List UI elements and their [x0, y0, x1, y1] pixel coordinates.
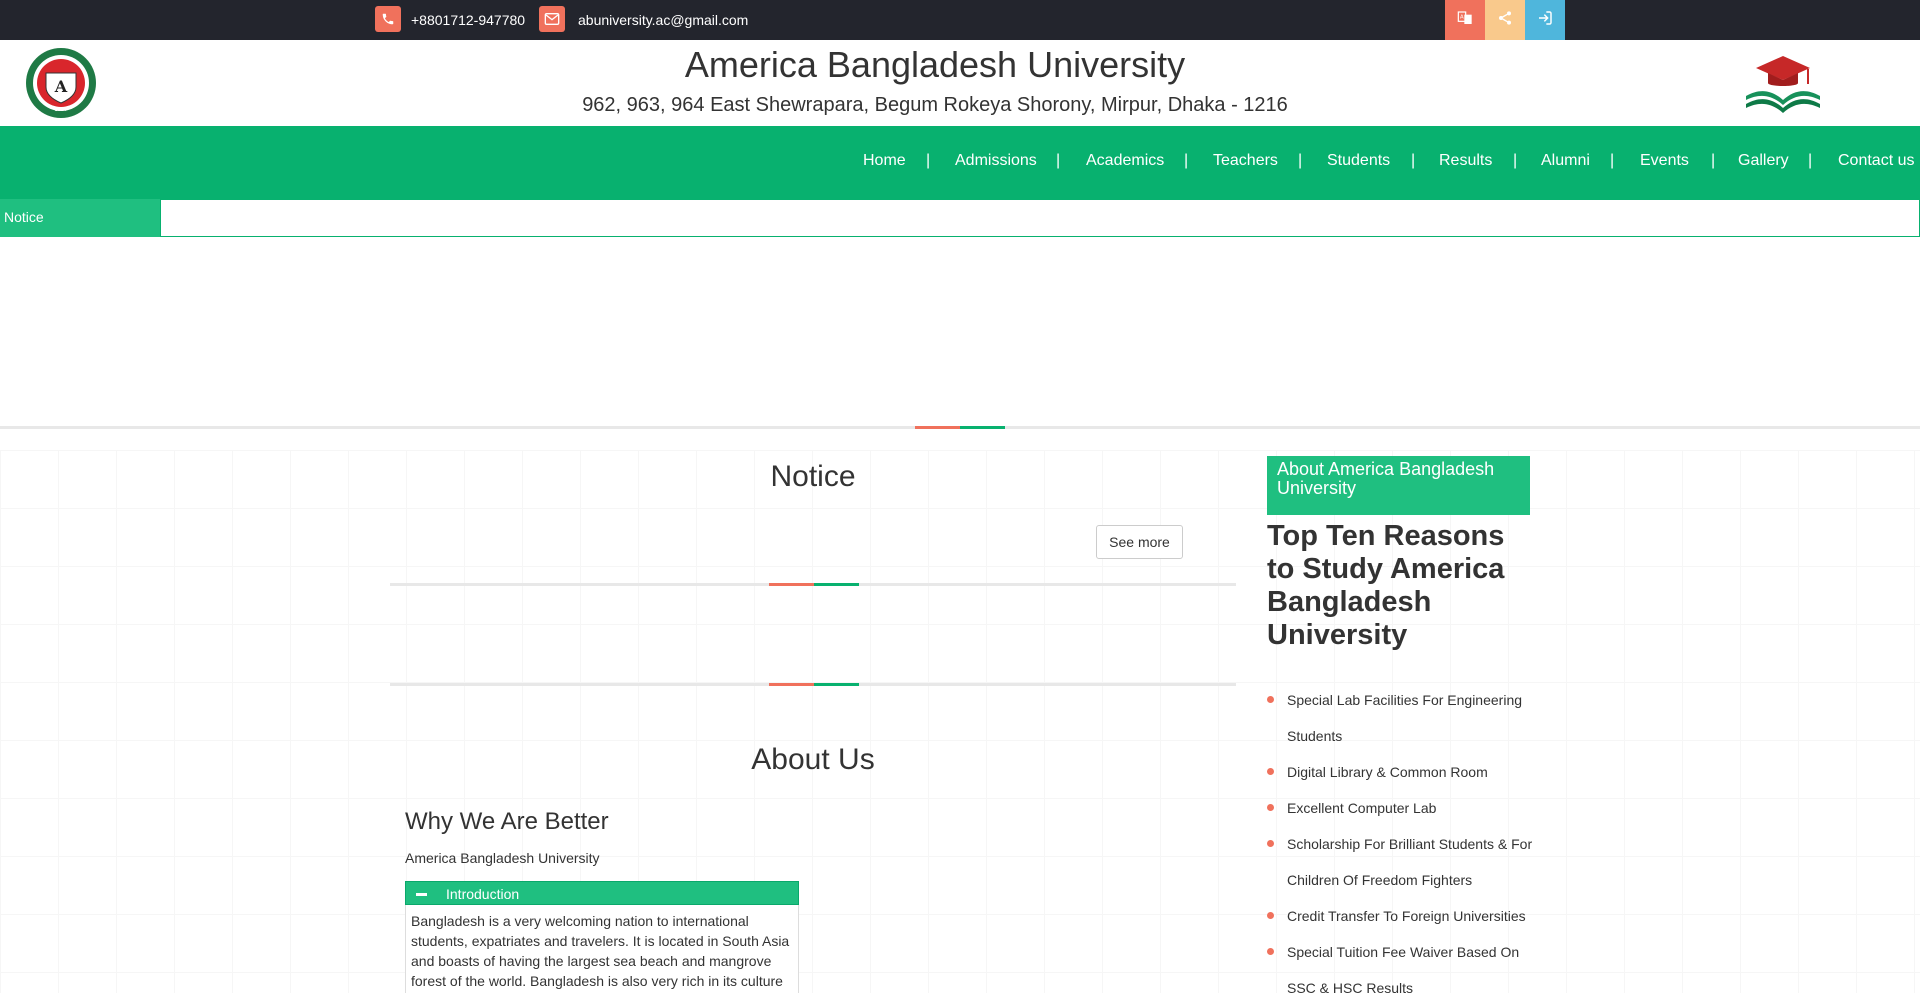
nav-separator: |	[1411, 152, 1416, 169]
nav-separator: |	[1056, 152, 1061, 169]
about-heading: About Us	[751, 743, 875, 776]
notice-ticker[interactable]	[160, 199, 1920, 237]
see-more-button[interactable]: See more	[1096, 525, 1183, 559]
accordion-introduction-body: Bangladesh is a very welcoming nation to…	[405, 905, 799, 993]
nav-separator: |	[926, 152, 931, 169]
accordion-introduction-header[interactable]: Introduction	[405, 881, 799, 905]
main-navigation: Home | Admissions | Academics | Teachers…	[0, 126, 1920, 199]
site-header: A 1997 America Bangladesh University 962…	[0, 40, 1920, 126]
divider-accent-green	[814, 683, 859, 686]
divider-accent-red	[915, 426, 960, 429]
divider-accent-green	[814, 583, 859, 586]
email-address[interactable]: abuniversity.ac@gmail.com	[578, 12, 748, 28]
envelope-icon	[539, 6, 565, 32]
university-title: America Bangladesh University	[684, 44, 1186, 85]
share-button[interactable]	[1485, 0, 1525, 40]
nav-events[interactable]: Events	[1640, 152, 1689, 170]
translate-icon: A	[1457, 10, 1473, 31]
share-icon	[1497, 10, 1513, 31]
list-item: Digital Library & Common Room	[1267, 754, 1537, 790]
notice-heading: Notice	[770, 460, 856, 493]
divider-accent-red	[769, 683, 814, 686]
nav-separator: |	[1513, 152, 1518, 169]
phone-icon	[375, 6, 401, 32]
list-item: Special Lab Facilities For Engineering S…	[1267, 682, 1537, 754]
graduation-cap-logo[interactable]	[1740, 52, 1826, 114]
divider-accent-green	[960, 426, 1005, 429]
nav-separator: |	[1184, 152, 1189, 169]
about-subtitle: America Bangladesh University	[405, 850, 600, 866]
nav-academics[interactable]: Academics	[1086, 152, 1164, 170]
nav-admissions[interactable]: Admissions	[955, 152, 1037, 170]
nav-gallery[interactable]: Gallery	[1738, 152, 1789, 170]
top-bar: +8801712-947780 abuniversity.ac@gmail.co…	[0, 0, 1920, 40]
login-button[interactable]	[1525, 0, 1565, 40]
divider-accent-red	[769, 583, 814, 586]
accordion-title: Introduction	[446, 886, 520, 902]
nav-alumni[interactable]: Alumni	[1541, 152, 1590, 170]
sidebar-title: Top Ten Reasons to Study America Banglad…	[1267, 520, 1505, 651]
nav-separator: |	[1808, 152, 1813, 169]
nav-results[interactable]: Results	[1439, 152, 1492, 170]
minus-icon	[416, 893, 427, 896]
list-item: Scholarship For Brilliant Students & For…	[1267, 826, 1537, 898]
phone-number[interactable]: +8801712-947780	[411, 12, 525, 28]
nav-separator: |	[1610, 152, 1615, 169]
list-item: Special Tuition Fee Waiver Based On SSC …	[1267, 934, 1537, 993]
list-item: Excellent Computer Lab	[1267, 790, 1537, 826]
notice-ticker-label: Notice	[0, 199, 160, 237]
list-item: Credit Transfer To Foreign Universities	[1267, 898, 1537, 934]
university-address: 962, 963, 964 East Shewrapara, Begum Rok…	[582, 94, 1288, 116]
sidebar-heading: About America Bangladesh University	[1267, 456, 1530, 515]
nav-separator: |	[1711, 152, 1716, 169]
nav-students[interactable]: Students	[1327, 152, 1390, 170]
background-pattern	[0, 450, 1920, 993]
nav-home[interactable]: Home	[863, 152, 906, 170]
why-better-title: Why We Are Better	[405, 808, 609, 835]
login-icon	[1537, 10, 1553, 31]
nav-contact[interactable]: Contact us	[1838, 152, 1914, 170]
nav-teachers[interactable]: Teachers	[1213, 152, 1278, 170]
svg-text:A: A	[1460, 14, 1464, 20]
reasons-list: Special Lab Facilities For Engineering S…	[1267, 682, 1537, 993]
translate-button[interactable]: A	[1445, 0, 1485, 40]
nav-separator: |	[1298, 152, 1303, 169]
